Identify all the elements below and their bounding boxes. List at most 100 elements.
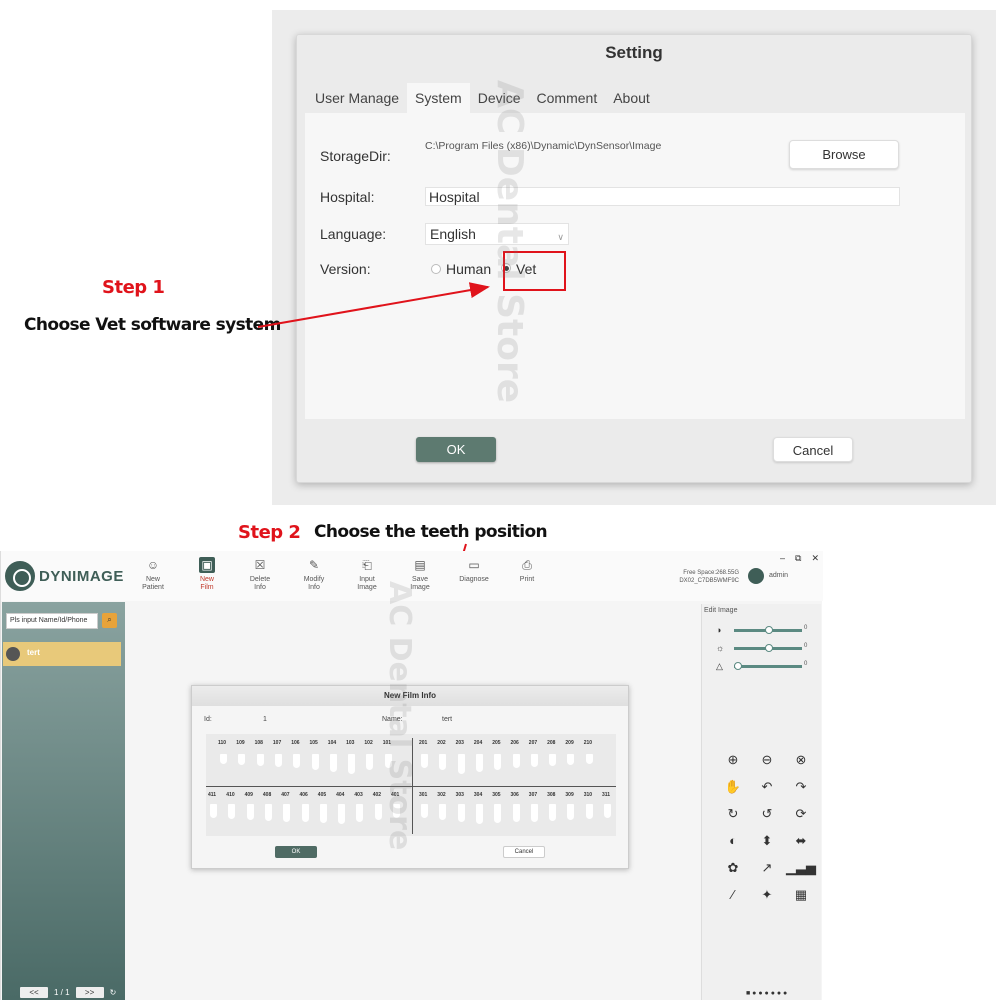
restore-icon[interactable]: ⧉ [795, 553, 801, 564]
film-icon: ▣ [199, 557, 215, 573]
lower-tooth[interactable] [439, 804, 447, 820]
ruler-icon[interactable]: ∕ [716, 885, 750, 912]
histogram-icon[interactable]: ▁▃▅ [784, 858, 818, 885]
new-film-cancel-button[interactable]: Cancel [503, 846, 545, 858]
lower-tooth[interactable] [228, 804, 236, 819]
undo-icon[interactable]: ↶ [750, 777, 784, 804]
delete-info-button[interactable]: ☒ Delete Info [238, 557, 282, 592]
upper-tooth[interactable] [494, 754, 502, 770]
lower-tooth[interactable] [338, 804, 346, 824]
upper-tooth[interactable] [348, 754, 356, 774]
brightness-slider[interactable]: ☼ 0 [716, 643, 816, 653]
upper-tooth[interactable] [512, 754, 520, 768]
tooth-number: 206 [510, 740, 519, 746]
lower-tooth[interactable] [530, 804, 538, 822]
tool-label: Info [308, 584, 320, 591]
redo-icon[interactable]: ↷ [784, 777, 818, 804]
tooth-number: 308 [547, 792, 556, 798]
palette-icon[interactable]: ✿ [716, 858, 750, 885]
upper-tooth[interactable] [475, 754, 483, 772]
tooth-number: 107 [272, 740, 282, 746]
lower-tooth[interactable] [585, 804, 593, 819]
diagnose-button[interactable]: ▭ Diagnose [452, 557, 496, 584]
upper-tooth[interactable] [329, 754, 337, 772]
prev-page-button[interactable]: << [20, 987, 48, 998]
pin-icon[interactable]: ↗ [750, 858, 784, 885]
upper-tooth[interactable] [585, 754, 593, 764]
lower-tooth[interactable] [264, 804, 272, 821]
upper-tooth[interactable] [238, 754, 246, 765]
gamma-slider[interactable]: △ 0 [716, 661, 816, 671]
lower-tooth[interactable] [549, 804, 557, 821]
tooth-number: 302 [437, 792, 446, 798]
slider-knob[interactable] [734, 662, 742, 670]
lower-tooth[interactable] [283, 804, 291, 822]
new-film-button[interactable]: ▣ New Film [185, 557, 229, 592]
lower-tooth[interactable] [356, 804, 364, 822]
logo-icon [5, 561, 35, 591]
lower-tooth[interactable] [319, 804, 327, 823]
zoom-fit-icon[interactable]: ⊗ [784, 750, 818, 777]
rotate-right-icon[interactable]: ⟳ [784, 804, 818, 831]
upper-tooth[interactable] [421, 754, 428, 768]
step2-label: Step 2 [238, 522, 301, 543]
tooth-number: 106 [291, 740, 300, 746]
upper-tooth[interactable] [457, 754, 465, 774]
lower-tooth[interactable] [567, 804, 575, 820]
slider-knob[interactable] [765, 626, 773, 634]
close-icon[interactable]: ✕ [811, 553, 819, 564]
upper-tooth[interactable] [530, 754, 538, 767]
lower-tooth[interactable] [246, 804, 254, 820]
lower-tooth[interactable] [494, 804, 502, 823]
tooth-number: 411 [208, 792, 217, 798]
flip-vertical-icon[interactable]: ⬍ [750, 831, 784, 858]
disk-info: Free Space:268.55G DX02_C7DB5WMF9C [675, 569, 739, 585]
lower-tooth[interactable] [457, 804, 465, 822]
lower-tooth[interactable] [301, 804, 309, 822]
slider-knob[interactable] [765, 644, 773, 652]
refresh-icon[interactable]: ↻ [110, 988, 117, 997]
lower-tooth[interactable] [604, 804, 611, 818]
tool-label: Modify [303, 576, 325, 583]
lower-tooth[interactable] [210, 804, 217, 818]
lower-tooth[interactable] [475, 804, 483, 824]
upper-tooth[interactable] [366, 754, 374, 770]
next-page-button[interactable]: >> [75, 987, 104, 998]
contrast-slider[interactable]: ◑ 0 [716, 625, 816, 635]
upper-tooth[interactable] [256, 754, 264, 766]
image-import-icon: ⎗ [362, 558, 372, 572]
upper-tooth[interactable] [549, 754, 557, 766]
rotate-icon[interactable]: ↻ [716, 804, 750, 831]
search-icon[interactable]: ⌕ [102, 613, 117, 628]
new-patient-button[interactable]: ☺ New Patient [131, 557, 175, 592]
lower-tooth[interactable] [512, 804, 520, 822]
upper-tooth[interactable] [274, 754, 282, 767]
tag-icon[interactable]: ✦ [750, 885, 784, 912]
upper-tooth[interactable] [311, 754, 319, 770]
modify-info-button[interactable]: ✎ Modify Info [292, 557, 336, 592]
upper-tooth[interactable] [293, 754, 301, 768]
print-button[interactable]: ⎙ Print [505, 557, 549, 584]
avatar[interactable] [748, 568, 764, 584]
patient-list-item[interactable]: tert [3, 642, 121, 666]
minimize-icon[interactable]: – [780, 553, 785, 564]
upper-tooth[interactable] [220, 754, 227, 764]
new-film-ok-button[interactable]: OK [275, 846, 317, 858]
patient-sidebar: Pls input Name/Id/Phone ⌕ tert << 1 / 1 … [2, 602, 125, 1000]
grid-icon[interactable]: ▦ [784, 885, 818, 912]
zoom-out-icon[interactable]: ⊖ [750, 750, 784, 777]
search-input[interactable]: Pls input Name/Id/Phone [6, 613, 98, 629]
upper-tooth[interactable] [439, 754, 447, 770]
rotate-left-icon[interactable]: ↺ [750, 804, 784, 831]
lower-tooth[interactable] [421, 804, 428, 818]
invert-icon[interactable]: ◐ [716, 831, 750, 858]
tooth-number: 209 [565, 740, 574, 746]
hand-icon[interactable]: ✋ [716, 777, 750, 804]
dynimage-app-window: DYNIMAGE ☺ New Patient ▣ New Film ☒ Dele… [0, 551, 823, 1000]
user-name[interactable]: admin [769, 572, 788, 579]
zoom-in-icon[interactable]: ⊕ [716, 750, 750, 777]
flip-horizontal-icon[interactable]: ⬌ [784, 831, 818, 858]
upper-tooth[interactable] [567, 754, 575, 765]
tray-icon[interactable]: ■ ● ● ● ● ● ● [746, 990, 787, 997]
lower-tooth[interactable] [374, 804, 382, 820]
